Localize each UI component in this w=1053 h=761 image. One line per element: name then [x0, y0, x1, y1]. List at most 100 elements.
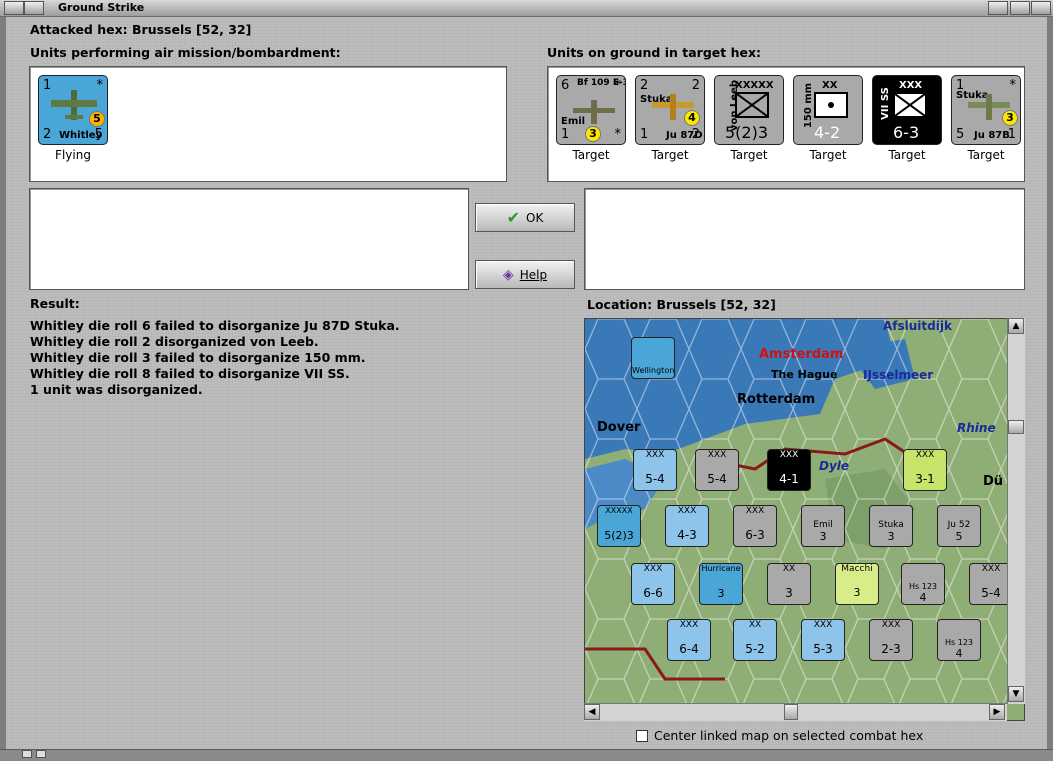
- unit-size: XX: [822, 80, 838, 91]
- result-line: Whitley die roll 8 failed to disorganize…: [30, 366, 350, 381]
- infantry-symbol-icon: [735, 92, 769, 118]
- scroll-up-icon[interactable]: ▲: [1008, 318, 1024, 334]
- map-counter[interactable]: XXX 3-1: [903, 449, 947, 491]
- attacker-counter-whitley[interactable]: 1 * 5 Whitley 2 5: [38, 75, 108, 145]
- attacker-status: Flying: [55, 148, 91, 162]
- map-counter[interactable]: XX 5-2: [733, 619, 777, 661]
- map-counter[interactable]: Hurricane 3: [699, 563, 743, 605]
- ground-counter-von-leeb[interactable]: von Leeb XXXXX 5(2)3: [714, 75, 784, 145]
- map-counter-label: XXX: [643, 564, 663, 574]
- map-counter-value: 5(2)3: [604, 529, 634, 542]
- frame-bottom: [0, 749, 1053, 761]
- unit-size: XXXXX: [735, 80, 774, 91]
- map-counter-value: 5-4: [707, 472, 727, 486]
- map-counter[interactable]: XXX 5-4: [695, 449, 739, 491]
- attackers-label: Units performing air mission/bombardment…: [30, 45, 341, 60]
- maximize-button[interactable]: [1010, 1, 1030, 15]
- map-counter[interactable]: XXX 5-3: [801, 619, 845, 661]
- map-counter[interactable]: XXX 6-3: [733, 505, 777, 547]
- map-counter[interactable]: XXX 6-6: [631, 563, 675, 605]
- map-counter-label: XXXXX: [605, 506, 633, 515]
- resize-grip-icon[interactable]: [36, 750, 46, 758]
- scroll-right-icon[interactable]: ▶: [989, 704, 1005, 720]
- map-horizontal-scrollbar[interactable]: ◀ ▶: [584, 703, 1007, 721]
- map-counter[interactable]: Ju 52 5: [937, 505, 981, 547]
- map-counter-value: 3: [717, 587, 725, 600]
- counter-bottom-left: 5: [956, 127, 965, 142]
- map-counter-label: XXX: [915, 450, 935, 460]
- linked-map[interactable]: Amsterdam The Hague Rotterdam Dover IJss…: [584, 318, 1025, 721]
- frame-right: [1047, 17, 1053, 761]
- badge: 5: [89, 111, 105, 127]
- map-counter[interactable]: Emil 3: [801, 505, 845, 547]
- map-city-label: Dyle: [819, 459, 850, 473]
- map-counter-value: 3: [785, 586, 793, 600]
- unit-status: Target: [888, 148, 926, 162]
- map-counter[interactable]: XXX 5-4: [633, 449, 677, 491]
- map-counter-label: XXX: [881, 620, 901, 630]
- counter-top-right: *: [614, 78, 622, 93]
- map-counter-value: 4-3: [677, 528, 697, 542]
- map-counter-label: Macchi: [841, 564, 873, 574]
- map-counter-label: XXX: [779, 450, 799, 460]
- ground-counter-150mm[interactable]: 150 mm XX 4-2: [793, 75, 863, 145]
- ground-counter-vii-ss[interactable]: VII SS XXX 6-3: [872, 75, 942, 145]
- scroll-left-icon[interactable]: ◀: [584, 704, 600, 720]
- map-counter[interactable]: Hs 123 4: [901, 563, 945, 605]
- map-counter[interactable]: XXX 4-1: [767, 449, 811, 491]
- map-counter[interactable]: XXX 2-3: [869, 619, 913, 661]
- map-city-label: Amsterdam: [759, 347, 844, 362]
- close-button[interactable]: [1031, 1, 1051, 15]
- ground-counter-stuka-87d[interactable]: 2 2 Stuka 4 Ju 87D 1 2: [635, 75, 705, 145]
- unit-strength: 4-2: [814, 123, 841, 142]
- minimize-button[interactable]: [988, 1, 1008, 15]
- map-counter[interactable]: XXXXX 5(2)3: [597, 505, 641, 547]
- ground-counter-bf109[interactable]: 6 Bf 109 E-3 * Emil 3 1 *: [556, 75, 626, 145]
- result-line: Whitley die roll 6 failed to disorganize…: [30, 318, 400, 333]
- map-counter[interactable]: XXX 4-3: [665, 505, 709, 547]
- map-counter-value: 3: [887, 530, 895, 543]
- unit-status: Target: [967, 148, 1005, 162]
- map-counter-value: 3-1: [915, 472, 935, 486]
- result-line: Whitley die roll 2 disorganized von Leeb…: [30, 334, 319, 349]
- system-menu-button[interactable]: [4, 1, 24, 15]
- map-counter[interactable]: Macchi 3: [835, 563, 879, 605]
- unit-status: Target: [651, 148, 689, 162]
- map-counter-label: XX: [748, 620, 762, 630]
- map-counter-label: XXX: [813, 620, 833, 630]
- map-counter-label: XX: [782, 564, 796, 574]
- map-city-label: Afsluitdijk: [883, 319, 952, 333]
- window-icon-button[interactable]: [24, 1, 44, 15]
- ok-button[interactable]: ✔ OK: [475, 203, 575, 232]
- scroll-down-icon[interactable]: ▼: [1008, 686, 1024, 702]
- checkmark-icon: ✔: [506, 208, 521, 227]
- badge: 3: [585, 126, 601, 142]
- ground-units-label: Units on ground in target hex:: [547, 45, 762, 60]
- map-counter-value: 2-3: [881, 642, 901, 656]
- map-counter-value: 5-4: [645, 472, 665, 486]
- counter-bottom-left: 1: [561, 127, 570, 142]
- map-counter-label: XXX: [679, 620, 699, 630]
- result-line: Whitley die roll 3 failed to disorganize…: [30, 350, 366, 365]
- map-counter[interactable]: Hs 123 4: [937, 619, 981, 661]
- artillery-symbol-icon: [814, 92, 848, 118]
- map-counter-value: 5: [955, 530, 963, 543]
- map-counter-value: 5-3: [813, 642, 833, 656]
- scroll-thumb[interactable]: [1008, 420, 1024, 434]
- map-counter[interactable]: Stuka 3: [869, 505, 913, 547]
- map-counter[interactable]: Wellington: [631, 337, 675, 379]
- map-counter[interactable]: XX 3: [767, 563, 811, 605]
- map-city-label: Rhine: [957, 421, 996, 435]
- map-counter-label: Hs 123: [909, 582, 937, 591]
- map-counter[interactable]: XXX 6-4: [667, 619, 711, 661]
- map-vertical-scrollbar[interactable]: ▲ ▼: [1007, 318, 1025, 704]
- ground-counter-stuka-87b[interactable]: 1 * Stuka 3 Ju 87B 5 1: [951, 75, 1021, 145]
- map-counter-value: 3: [819, 530, 827, 543]
- title-bar[interactable]: Ground Strike: [0, 0, 1053, 17]
- scroll-thumb[interactable]: [784, 704, 798, 720]
- center-map-checkbox-label: Center linked map on selected combat hex: [654, 728, 924, 743]
- help-button[interactable]: ◈ Help: [475, 260, 575, 289]
- resize-grip-icon[interactable]: [22, 750, 32, 758]
- map-counter-value: 3: [853, 586, 861, 599]
- center-map-checkbox[interactable]: [636, 730, 648, 742]
